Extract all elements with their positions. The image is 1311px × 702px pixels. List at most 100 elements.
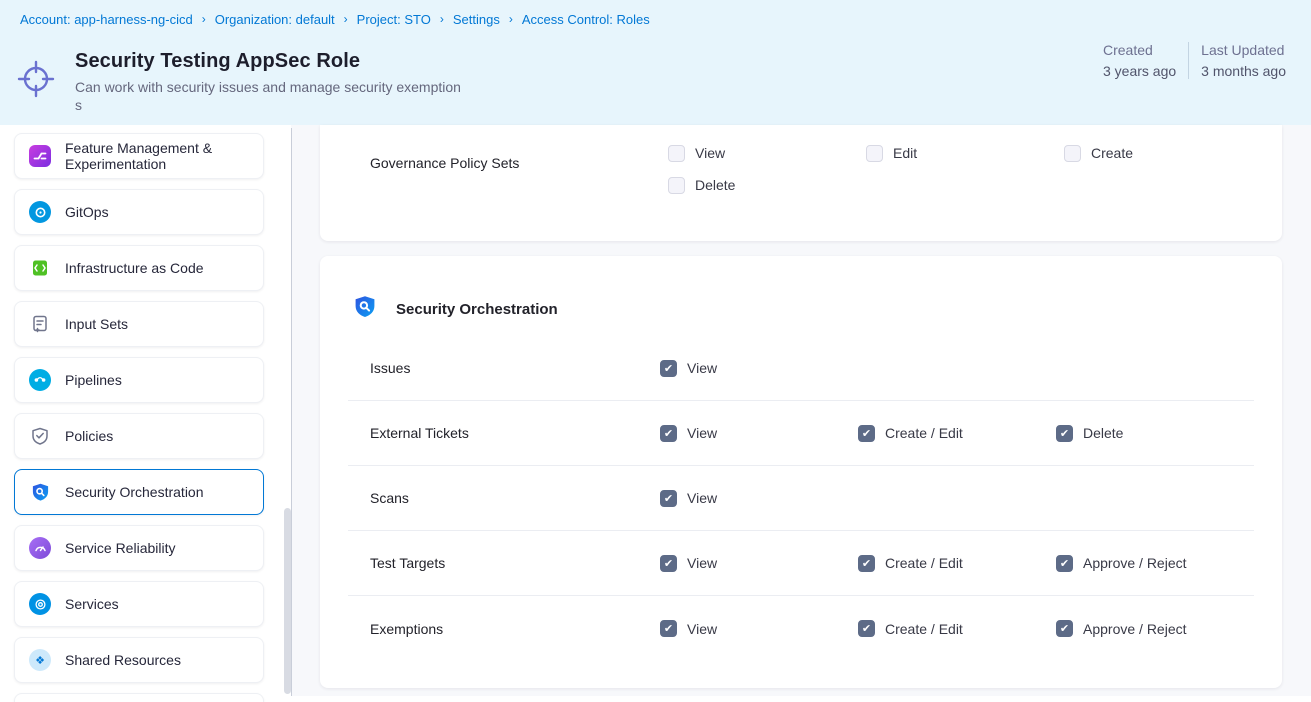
permissions-panel: Governance Policy Sets View Edit Create … — [320, 125, 1282, 688]
permission-label: Create / Edit — [885, 425, 963, 441]
created-value: 3 years ago — [1103, 63, 1176, 79]
permission-row-external-tickets: External Tickets View Create / Edit Dele… — [348, 401, 1254, 466]
input-sets-icon — [28, 312, 52, 336]
role-meta: Created 3 years ago Last Updated 3 month… — [1103, 42, 1286, 79]
permission-label: View — [687, 490, 717, 506]
create-edit-checkbox[interactable] — [858, 425, 875, 442]
content-area: Feature Management & Experimentation Git… — [0, 125, 1311, 696]
view-checkbox[interactable] — [660, 620, 677, 637]
sidebar-scrollbar-thumb[interactable] — [284, 508, 291, 694]
permission-label: Delete — [1083, 425, 1123, 441]
permission-create: Create — [1064, 145, 1262, 162]
permission-view: View — [668, 145, 866, 162]
resource-type-label: Issues — [370, 360, 660, 376]
sidebar-item-input-sets[interactable]: Input Sets — [14, 301, 264, 347]
permission-view: View — [660, 425, 858, 442]
permission-edit: Edit — [866, 145, 1064, 162]
sidebar-item-label: Input Sets — [65, 316, 128, 332]
create-edit-checkbox[interactable] — [858, 620, 875, 637]
breadcrumb-separator-icon: › — [344, 12, 348, 26]
delete-checkbox[interactable] — [1056, 425, 1073, 442]
permission-create-edit: Create / Edit — [858, 555, 1056, 572]
permission-view: View — [660, 360, 858, 377]
permission-row-scans: Scans View — [348, 466, 1254, 531]
breadcrumb: Account: app-harness-ng-cicd › Organizat… — [20, 12, 650, 27]
sidebar-item-label: Feature Management & Experimentation — [65, 140, 263, 172]
policies-icon — [28, 424, 52, 448]
sidebar-item-services[interactable]: Services — [14, 581, 264, 627]
sidebar-item-label: Service Reliability — [65, 540, 175, 556]
infrastructure-as-code-icon — [28, 256, 52, 280]
pipelines-icon — [28, 368, 52, 392]
permission-label: Create / Edit — [885, 621, 963, 637]
view-checkbox[interactable] — [660, 425, 677, 442]
sidebar-item-label: Security Orchestration — [65, 484, 204, 500]
section-title: Security Orchestration — [396, 301, 558, 318]
page-title: Security Testing AppSec Role — [75, 50, 360, 73]
sidebar-item-label: Policies — [65, 428, 113, 444]
permission-approve-reject: Approve / Reject — [1056, 620, 1254, 637]
resource-category-sidebar: Feature Management & Experimentation Git… — [14, 133, 264, 702]
permission-label: View — [687, 621, 717, 637]
permission-row-exemptions: Exemptions View Create / Edit Approve / … — [348, 596, 1254, 661]
role-description: Can work with security issues and manage… — [75, 78, 467, 114]
sidebar-item-gitops[interactable]: GitOps — [14, 189, 264, 235]
resource-type-label: Governance Policy Sets — [320, 125, 668, 241]
resource-type-label: External Tickets — [370, 425, 660, 441]
breadcrumb-organization[interactable]: Organization: default — [215, 12, 335, 27]
feature-management-icon — [28, 144, 52, 168]
sidebar-item-partial[interactable] — [14, 693, 264, 702]
page-header-band: Account: app-harness-ng-cicd › Organizat… — [0, 0, 1311, 126]
shared-resources-icon: ❖ — [28, 648, 52, 672]
permission-create-edit: Create / Edit — [858, 425, 1056, 442]
permission-label: Create — [1091, 145, 1133, 161]
breadcrumb-separator-icon: › — [440, 12, 444, 26]
approve-reject-checkbox[interactable] — [1056, 555, 1073, 572]
security-orchestration-shield-icon — [352, 294, 378, 325]
breadcrumb-project[interactable]: Project: STO — [357, 12, 431, 27]
permission-label: View — [687, 425, 717, 441]
edit-checkbox[interactable] — [866, 145, 883, 162]
create-checkbox[interactable] — [1064, 145, 1081, 162]
sidebar-item-label: Shared Resources — [65, 652, 181, 668]
sidebar-item-security-orchestration[interactable]: Security Orchestration — [14, 469, 264, 515]
delete-checkbox[interactable] — [668, 177, 685, 194]
breadcrumb-separator-icon: › — [509, 12, 513, 26]
permission-cells: View Create / Edit Approve / Reject — [660, 555, 1254, 572]
last-updated-meta: Last Updated 3 months ago — [1201, 42, 1286, 79]
permission-cells: View Create / Edit Delete — [660, 425, 1254, 442]
view-checkbox[interactable] — [660, 360, 677, 377]
permission-delete: Delete — [668, 177, 866, 194]
permission-row-test-targets: Test Targets View Create / Edit Approve … — [348, 531, 1254, 596]
sidebar-item-infrastructure-as-code[interactable]: Infrastructure as Code — [14, 245, 264, 291]
permission-label: Create / Edit — [885, 555, 963, 571]
breadcrumb-settings[interactable]: Settings — [453, 12, 500, 27]
gitops-icon — [28, 200, 52, 224]
permission-view: View — [660, 490, 858, 507]
meta-divider — [1188, 42, 1189, 79]
create-edit-checkbox[interactable] — [858, 555, 875, 572]
breadcrumb-access-control-roles[interactable]: Access Control: Roles — [522, 12, 650, 27]
view-checkbox[interactable] — [660, 555, 677, 572]
sidebar-item-shared-resources[interactable]: ❖ Shared Resources — [14, 637, 264, 683]
sidebar-item-label: Pipelines — [65, 372, 122, 388]
view-checkbox[interactable] — [668, 145, 685, 162]
resource-type-label: Exemptions — [370, 621, 660, 637]
sidebar-item-pipelines[interactable]: Pipelines — [14, 357, 264, 403]
sidebar-item-label: Services — [65, 596, 119, 612]
permission-approve-reject: Approve / Reject — [1056, 555, 1254, 572]
approve-reject-checkbox[interactable] — [1056, 620, 1073, 637]
permission-view: View — [660, 555, 858, 572]
sidebar-item-service-reliability[interactable]: Service Reliability — [14, 525, 264, 571]
sidebar-scrollbar-track[interactable] — [291, 128, 292, 696]
sidebar-item-feature-management[interactable]: Feature Management & Experimentation — [14, 133, 264, 179]
permission-label: Edit — [893, 145, 917, 161]
breadcrumb-account[interactable]: Account: app-harness-ng-cicd — [20, 12, 193, 27]
sidebar-item-policies[interactable]: Policies — [14, 413, 264, 459]
created-meta: Created 3 years ago — [1103, 42, 1176, 79]
created-label: Created — [1103, 42, 1176, 58]
view-checkbox[interactable] — [660, 490, 677, 507]
permission-cells: View — [660, 360, 1254, 377]
section-header: Security Orchestration — [320, 256, 1282, 336]
last-updated-value: 3 months ago — [1201, 63, 1286, 79]
